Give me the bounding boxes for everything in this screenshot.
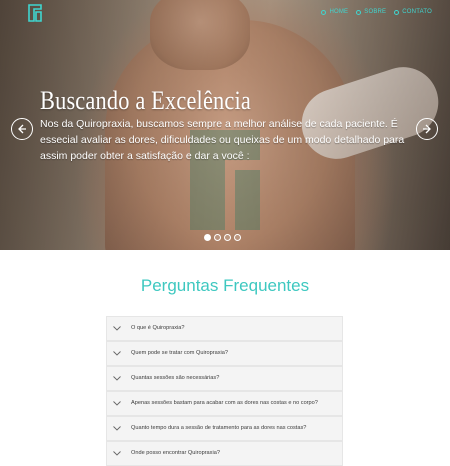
arrow-right-icon <box>423 124 431 134</box>
faq-question: Quem pode se tratar com Quiropraxia? <box>131 350 229 357</box>
faq-item[interactable]: O que é Quiropraxia? <box>106 316 343 341</box>
carousel-prev-button[interactable] <box>11 118 33 140</box>
nav-contato[interactable]: CONTATO <box>394 9 432 15</box>
arrow-left-icon <box>18 124 26 134</box>
top-navigation: HOME SOBRE CONTATO <box>321 9 432 15</box>
faq-item[interactable]: Apenas sessões bastam para acabar com as… <box>106 391 343 416</box>
chevron-down-icon <box>113 350 121 356</box>
faq-accordion: O que é Quiropraxia? Quem pode se tratar… <box>106 316 343 466</box>
carousel-dot[interactable] <box>234 234 241 241</box>
chevron-down-icon <box>113 425 121 431</box>
circle-icon <box>356 9 362 15</box>
faq-question: Onde posso encontrar Quiropraxia? <box>131 450 220 457</box>
nav-home[interactable]: HOME <box>321 9 348 15</box>
chevron-down-icon <box>113 375 121 381</box>
chevron-down-icon <box>113 450 121 456</box>
circle-icon <box>394 9 400 15</box>
hero-carousel: HOME SOBRE CONTATO Buscando a Excelência… <box>0 0 450 250</box>
chevron-down-icon <box>113 400 121 406</box>
faq-question: Quanto tempo dura a sessão de tratamento… <box>131 425 307 432</box>
faq-question: Apenas sessões bastam para acabar com as… <box>131 400 318 407</box>
faq-question: Quantas sessões são necessárias? <box>131 375 220 382</box>
carousel-dot[interactable] <box>214 234 221 241</box>
faq-item[interactable]: Onde posso encontrar Quiropraxia? <box>106 441 343 466</box>
logo-icon[interactable] <box>28 4 42 22</box>
circle-icon <box>321 9 327 15</box>
chevron-down-icon <box>113 325 121 331</box>
faq-item[interactable]: Quem pode se tratar com Quiropraxia? <box>106 341 343 366</box>
carousel-dot[interactable] <box>204 234 211 241</box>
nav-sobre[interactable]: SOBRE <box>356 9 386 15</box>
faq-item[interactable]: Quantas sessões são necessárias? <box>106 366 343 391</box>
carousel-dot[interactable] <box>224 234 231 241</box>
carousel-indicators <box>204 234 241 241</box>
faq-title: Perguntas Frequentes <box>140 276 310 295</box>
hero-text: Nos da Quiropraxia, buscamos sempre a me… <box>40 118 405 162</box>
hero-title: Buscando a Excelência <box>40 86 251 115</box>
faq-question: O que é Quiropraxia? <box>131 325 185 332</box>
carousel-next-button[interactable] <box>416 118 438 140</box>
faq-item[interactable]: Quanto tempo dura a sessão de tratamento… <box>106 416 343 441</box>
